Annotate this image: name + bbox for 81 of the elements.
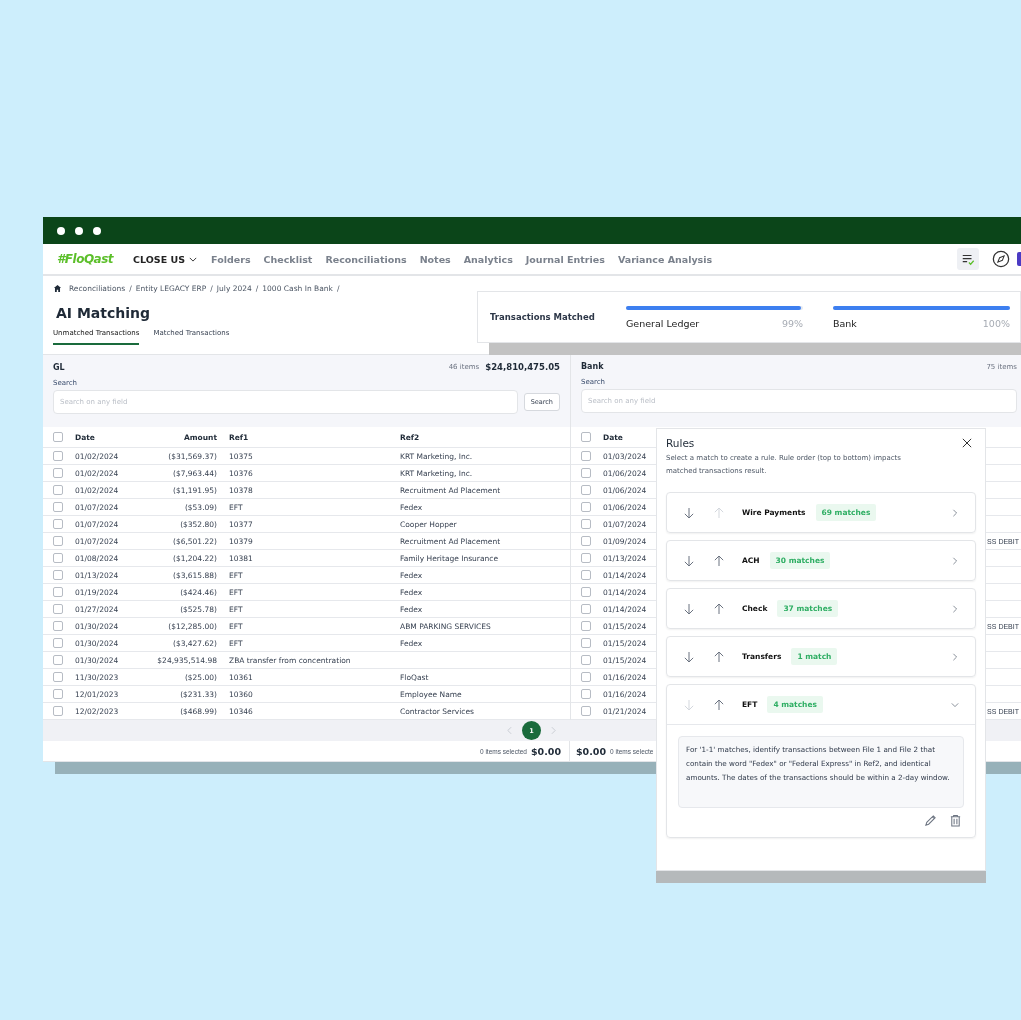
- move-down-icon[interactable]: [684, 650, 694, 663]
- row-checkbox[interactable]: [581, 689, 591, 699]
- chevron-right-icon[interactable]: [951, 604, 959, 613]
- move-down-icon[interactable]: [684, 554, 694, 567]
- move-down-icon[interactable]: [684, 506, 694, 519]
- entity-dropdown[interactable]: CLOSE US: [133, 253, 198, 265]
- window-dot-icon: [93, 226, 101, 235]
- row-checkbox[interactable]: [53, 672, 63, 682]
- chevron-down-icon[interactable]: [951, 700, 959, 709]
- previous-page-icon[interactable]: [507, 726, 512, 735]
- row-checkbox[interactable]: [53, 587, 63, 597]
- checklist-icon[interactable]: [957, 248, 979, 270]
- row-checkbox[interactable]: [581, 621, 591, 631]
- select-all-checkbox[interactable]: [53, 432, 63, 442]
- move-up-icon[interactable]: [714, 650, 724, 663]
- compass-icon[interactable]: [992, 250, 1010, 268]
- total-amount: $24,810,475.05: [485, 362, 560, 372]
- window-dot-icon: [57, 226, 65, 235]
- row-checkbox[interactable]: [581, 519, 591, 529]
- row-checkbox[interactable]: [53, 621, 63, 631]
- row-checkbox[interactable]: [53, 485, 63, 495]
- profile-icon[interactable]: [1017, 252, 1021, 266]
- meter-label: General Ledger: [626, 317, 700, 329]
- nav-link[interactable]: Journal Entries: [525, 253, 605, 265]
- nav-link[interactable]: Checklist: [263, 253, 313, 265]
- delete-icon[interactable]: [949, 814, 962, 827]
- row-checkbox[interactable]: [53, 706, 63, 716]
- row-checkbox[interactable]: [53, 689, 63, 699]
- move-up-icon[interactable]: [714, 554, 724, 567]
- row-checkbox[interactable]: [53, 553, 63, 563]
- row-checkbox[interactable]: [581, 468, 591, 478]
- select-all-checkbox[interactable]: [581, 432, 591, 442]
- nav-link[interactable]: Variance Analysis: [617, 253, 713, 265]
- nav-link[interactable]: Reconciliations: [325, 253, 407, 265]
- row-checkbox[interactable]: [53, 604, 63, 614]
- window-dot-icon: [75, 226, 83, 235]
- home-icon[interactable]: [53, 284, 62, 293]
- row-checkbox[interactable]: [581, 553, 591, 563]
- close-icon[interactable]: [962, 438, 972, 448]
- row-checkbox[interactable]: [581, 570, 591, 580]
- row-checkbox[interactable]: [53, 451, 63, 461]
- meter-reading: 100%: [982, 317, 1010, 329]
- chevron-right-icon[interactable]: [951, 556, 959, 565]
- rule-card[interactable]: [666, 684, 976, 838]
- nav-link[interactable]: Folders: [211, 253, 251, 265]
- selected-amount: $0.00: [530, 745, 561, 757]
- row-checkbox[interactable]: [581, 672, 591, 682]
- panel-title: Bank: [581, 362, 604, 371]
- next-page-icon[interactable]: [551, 726, 556, 735]
- edit-icon[interactable]: [924, 814, 937, 827]
- caret-icon: [189, 256, 198, 262]
- row-checkbox[interactable]: [581, 638, 591, 648]
- selected-amount: $0.00: [576, 745, 607, 757]
- chevron-right-icon[interactable]: [951, 652, 959, 661]
- move-down-icon[interactable]: [684, 602, 694, 615]
- panel-title: Rules: [666, 437, 695, 449]
- chevron-right-icon[interactable]: [951, 508, 959, 517]
- panel-title: GL: [53, 362, 65, 372]
- meter-label: Bank: [833, 317, 857, 329]
- row-checkbox[interactable]: [53, 502, 63, 512]
- row-checkbox[interactable]: [53, 468, 63, 478]
- row-checkbox[interactable]: [581, 485, 591, 495]
- row-checkbox[interactable]: [53, 638, 63, 648]
- row-checkbox[interactable]: [581, 604, 591, 614]
- meter-reading: 99%: [781, 317, 803, 329]
- row-checkbox[interactable]: [581, 536, 591, 546]
- move-up-icon[interactable]: [714, 698, 724, 711]
- row-checkbox[interactable]: [581, 451, 591, 461]
- row-checkbox[interactable]: [581, 706, 591, 716]
- card-title: Transactions Matched: [490, 312, 596, 322]
- nav-link[interactable]: Notes: [419, 253, 451, 265]
- row-checkbox[interactable]: [581, 502, 591, 512]
- row-checkbox[interactable]: [53, 570, 63, 580]
- page-title: AI Matching: [56, 305, 151, 321]
- row-checkbox[interactable]: [581, 587, 591, 597]
- row-checkbox[interactable]: [53, 519, 63, 529]
- row-checkbox[interactable]: [581, 655, 591, 665]
- move-up-icon[interactable]: [714, 602, 724, 615]
- nav-link[interactable]: Analytics: [463, 253, 513, 265]
- row-checkbox[interactable]: [53, 536, 63, 546]
- row-checkbox[interactable]: [53, 655, 63, 665]
